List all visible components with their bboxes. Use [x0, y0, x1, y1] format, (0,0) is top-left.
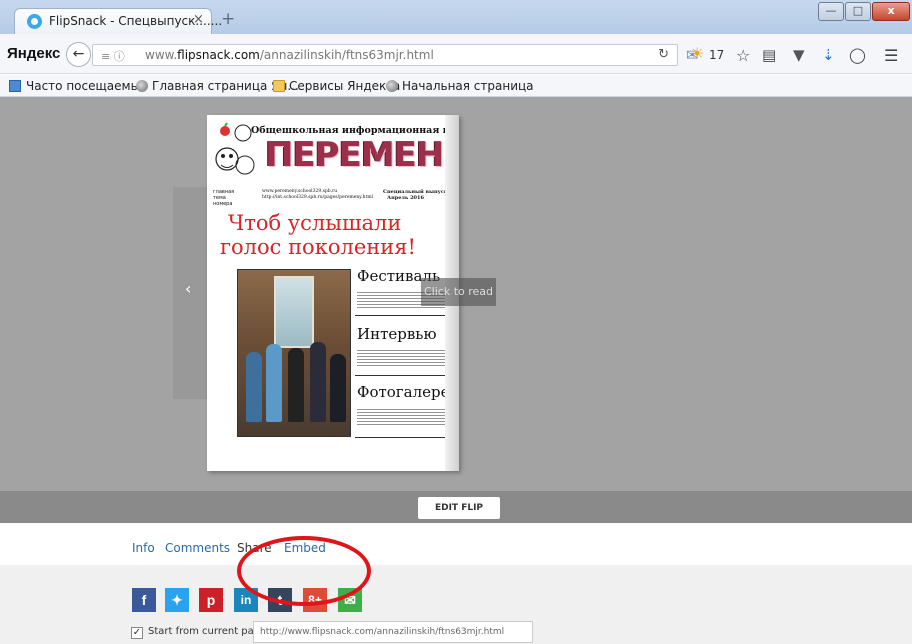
newspaper-headline-line-2: голос поколения! [220, 235, 416, 259]
bookmark-yandex-services[interactable]: Сервисы Яндекса [289, 79, 400, 93]
facebook-icon: f [141, 592, 147, 608]
flipsnack-favicon-icon [27, 14, 42, 29]
chat-icon[interactable]: ◯ [849, 48, 866, 63]
flipbook-viewer[interactable]: ‹ Общешкольная информационная газета ПЕР… [0, 97, 912, 491]
back-button[interactable]: ← [66, 42, 91, 67]
globe-icon [136, 80, 148, 92]
start-from-current-checkbox[interactable]: ✓ [131, 627, 143, 639]
newspaper-main-theme: главная тема номера [213, 189, 235, 207]
divider [355, 375, 449, 376]
cartoon-faces-icon [215, 122, 255, 175]
twitter-icon: ✦ [171, 592, 183, 608]
address-bar[interactable]: ≡ ⓘ www.flipsnack.com/annazilinskih/ftns… [92, 44, 678, 66]
image-icon [9, 80, 21, 92]
edit-flip-button[interactable]: EDIT FLIP [418, 497, 500, 519]
comments-link[interactable]: Comments [165, 541, 230, 555]
site-identity-icon[interactable]: ≡ ⓘ [101, 48, 125, 64]
edit-bar: EDIT FLIP [0, 491, 912, 523]
window-minimize-button[interactable]: — [818, 2, 844, 21]
pocket-icon[interactable]: ▼ [793, 48, 805, 63]
tab-close-icon[interactable]: × [193, 12, 204, 27]
star-icon[interactable]: ☆ [736, 48, 750, 64]
newspaper-section-gallery: Фотогалерея [357, 383, 459, 401]
reload-icon[interactable]: ↻ [658, 47, 669, 62]
newspaper-gallery-text [357, 407, 449, 425]
newspaper-site-1: www.peremeny.school329.spb.ru [262, 189, 338, 194]
click-to-read-button[interactable]: Click to read [421, 278, 496, 306]
newspaper-interview-text [357, 348, 449, 366]
share-panel: f ✦ p in t 8+ ✉ ✓ Start from current pag… [0, 565, 912, 644]
start-from-current-label: Start from current page [148, 626, 267, 637]
reading-list-icon[interactable]: ▤ [762, 48, 776, 63]
newspaper-masthead: ПЕРЕМЕНЫ [265, 135, 459, 175]
browser-tab[interactable]: FlipSnack - Спецвыпуск....... × [14, 8, 222, 34]
divider [355, 315, 449, 316]
folder-icon [273, 80, 285, 92]
weather-value[interactable]: 17 [709, 48, 724, 62]
pinterest-icon: p [206, 592, 216, 608]
newspaper-site-2: http://int.school329.spb.ru/pages/pereme… [262, 195, 374, 200]
newspaper-photo [237, 269, 351, 437]
newspaper-section-interview: Интервью [357, 325, 437, 343]
back-icon: ← [72, 46, 85, 62]
facebook-share-button[interactable]: f [132, 588, 156, 612]
info-link[interactable]: Info [132, 541, 155, 555]
bookmark-start-page[interactable]: Начальная страница [402, 79, 534, 93]
browser-titlebar: FlipSnack - Спецвыпуск....... × + — □ x [0, 0, 912, 34]
window-maximize-button[interactable]: □ [845, 2, 871, 21]
window-close-button[interactable]: x [872, 2, 910, 21]
newspaper-date: Апрель 2016 [387, 195, 424, 201]
share-url-field[interactable]: http://www.flipsnack.com/annazilinskih/f… [253, 621, 533, 643]
chevron-left-icon: ‹ [185, 279, 192, 298]
annotation-circle [237, 536, 371, 606]
download-icon[interactable]: ⇣ [822, 48, 835, 63]
bookmark-frequent[interactable]: Часто посещаемые [26, 79, 147, 93]
yandex-logo[interactable]: Яндекс [7, 45, 60, 62]
pinterest-share-button[interactable]: p [199, 588, 223, 612]
bookmarks-bar: Часто посещаемые Главная страница Ян... … [0, 75, 912, 97]
menu-icon[interactable]: ☰ [884, 48, 898, 64]
twitter-share-button[interactable]: ✦ [165, 588, 189, 612]
flip-links: Info Comments Share Embed [0, 523, 912, 565]
new-tab-button[interactable]: + [221, 11, 235, 28]
browser-navbar: Яндекс ← ≡ ⓘ www.flipsnack.com/annazilin… [0, 34, 912, 74]
url-text[interactable]: www.flipsnack.com/annazilinskih/ftns63mj… [145, 48, 434, 62]
linkedin-icon: in [240, 593, 252, 607]
weather-sun-icon[interactable]: ☀ [690, 46, 704, 62]
divider [355, 437, 449, 438]
globe-icon [386, 80, 398, 92]
newspaper-headline-line-1: Чтоб услышали [228, 211, 402, 235]
prev-page-button[interactable]: ‹ [173, 187, 209, 399]
